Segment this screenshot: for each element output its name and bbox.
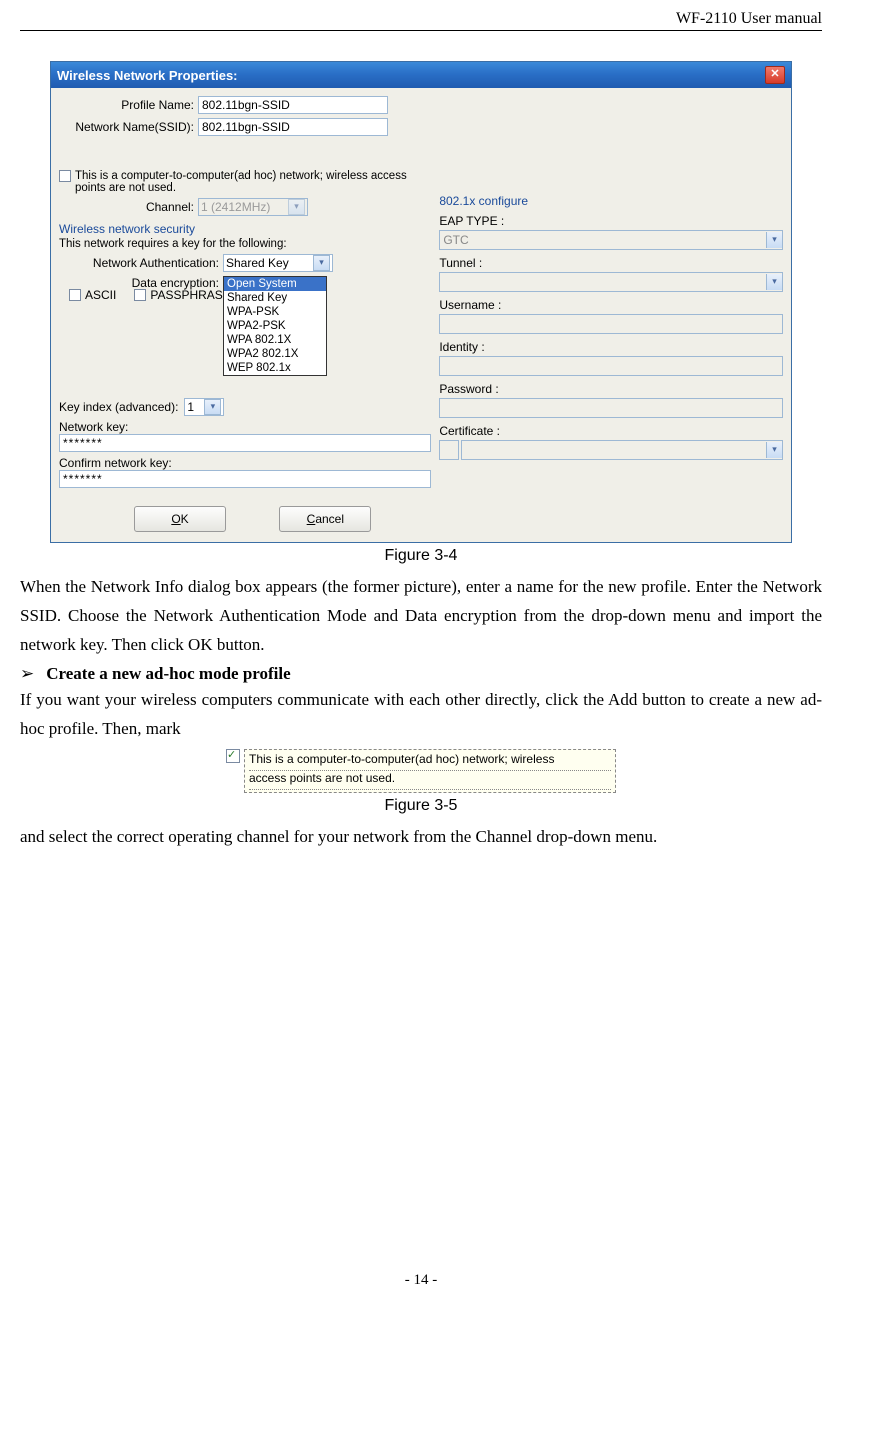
titlebar[interactable]: Wireless Network Properties: ✕ [51,62,791,88]
certificate-checkbox [439,440,459,460]
adhoc-tooltip: This is a computer-to-computer(ad hoc) n… [244,749,616,792]
keyindex-label: Key index (advanced): [59,400,178,414]
auth-value: Shared Key [226,256,289,270]
paragraph-1: When the Network Info dialog box appears… [20,573,822,660]
channel-label: Channel: [59,200,198,214]
profile-name-input[interactable] [198,96,388,114]
auth-option[interactable]: Open System [224,277,326,291]
auth-option[interactable]: Shared Key [224,291,326,305]
auth-option[interactable]: WPA-PSK [224,305,326,319]
profile-name-label: Profile Name: [59,98,198,112]
figure-3-5: This is a computer-to-computer(ad hoc) n… [226,749,616,792]
chevron-down-icon: ▾ [766,274,782,290]
auth-select[interactable]: Shared Key ▾ [223,254,333,272]
auth-label: Network Authentication: [59,256,223,270]
identity-label: Identity : [439,340,783,354]
left-panel: Profile Name: Network Name(SSID): This i… [59,92,431,536]
username-label: Username : [439,298,783,312]
adhoc-checkbox[interactable] [59,170,71,182]
passphrase-checkbox[interactable] [134,289,146,301]
figure-3-4-caption: Figure 3-4 [20,547,822,565]
auth-option[interactable]: WPA2 802.1X [224,347,326,361]
adhoc-checkbox-label: This is a computer-to-computer(ad hoc) n… [75,170,431,194]
paragraph-2: If you want your wireless computers comm… [20,686,822,744]
chevron-down-icon[interactable]: ▾ [313,255,330,271]
close-icon[interactable]: ✕ [765,66,785,84]
confirm-key-input[interactable] [59,470,431,488]
password-input [439,398,783,418]
auth-option[interactable]: WPA2-PSK [224,319,326,333]
confirm-key-label: Confirm network key: [59,456,431,470]
page-header: WF-2110 User manual [20,10,822,31]
ssid-label: Network Name(SSID): [59,120,198,134]
bullet-adhoc: ➢Create a new ad-hoc mode profile [20,664,822,684]
figure-3-5-caption: Figure 3-5 [20,797,822,815]
chevron-down-icon: ▾ [766,232,782,248]
keyindex-value: 1 [187,400,194,414]
dotx-group-label: 802.1x configure [439,194,783,208]
certificate-label: Certificate : [439,424,783,438]
network-key-input[interactable] [59,434,431,452]
ssid-input[interactable] [198,118,388,136]
keyindex-select[interactable]: 1 ▾ [184,398,224,416]
wireless-properties-dialog: Wireless Network Properties: ✕ Profile N… [50,61,792,543]
chevron-down-icon: ▾ [766,442,782,458]
username-input [439,314,783,334]
window-title: Wireless Network Properties: [57,68,765,83]
eap-type-value: GTC [440,233,468,247]
right-panel: 802.1x configure EAP TYPE : GTC ▾ Tunnel… [431,92,783,536]
ascii-label: ASCII [85,288,116,302]
chevron-down-icon: ▾ [288,199,305,215]
auth-dropdown-list[interactable]: Open System Shared Key WPA-PSK WPA2-PSK … [223,276,327,376]
cancel-button[interactable]: Cancel [279,506,371,532]
tunnel-label: Tunnel : [439,256,783,270]
chevron-down-icon[interactable]: ▾ [204,399,221,415]
paragraph-3: and select the correct operating channel… [20,823,822,852]
page-footer: - 14 - [20,1272,822,1289]
auth-option[interactable]: WEP 802.1x [224,361,326,375]
channel-value: 1 (2412MHz) [201,200,270,214]
bullet-arrow-icon: ➢ [20,664,34,683]
channel-select: 1 (2412MHz) ▾ [198,198,308,216]
ascii-checkbox[interactable] [69,289,81,301]
ok-button[interactable]: OK [134,506,226,532]
tunnel-select: ▾ [439,272,783,292]
eap-type-label: EAP TYPE : [439,214,783,228]
auth-option[interactable]: WPA 802.1X [224,333,326,347]
security-desc: This network requires a key for the foll… [59,238,431,250]
passphrase-label: PASSPHRASE [150,288,230,302]
adhoc-checkbox-checked[interactable] [226,749,240,763]
network-key-label: Network key: [59,420,431,434]
eap-type-select: GTC ▾ [439,230,783,250]
security-group-label: Wireless network security [59,222,431,236]
password-label: Password : [439,382,783,396]
identity-input [439,356,783,376]
certificate-select: ▾ [461,440,783,460]
